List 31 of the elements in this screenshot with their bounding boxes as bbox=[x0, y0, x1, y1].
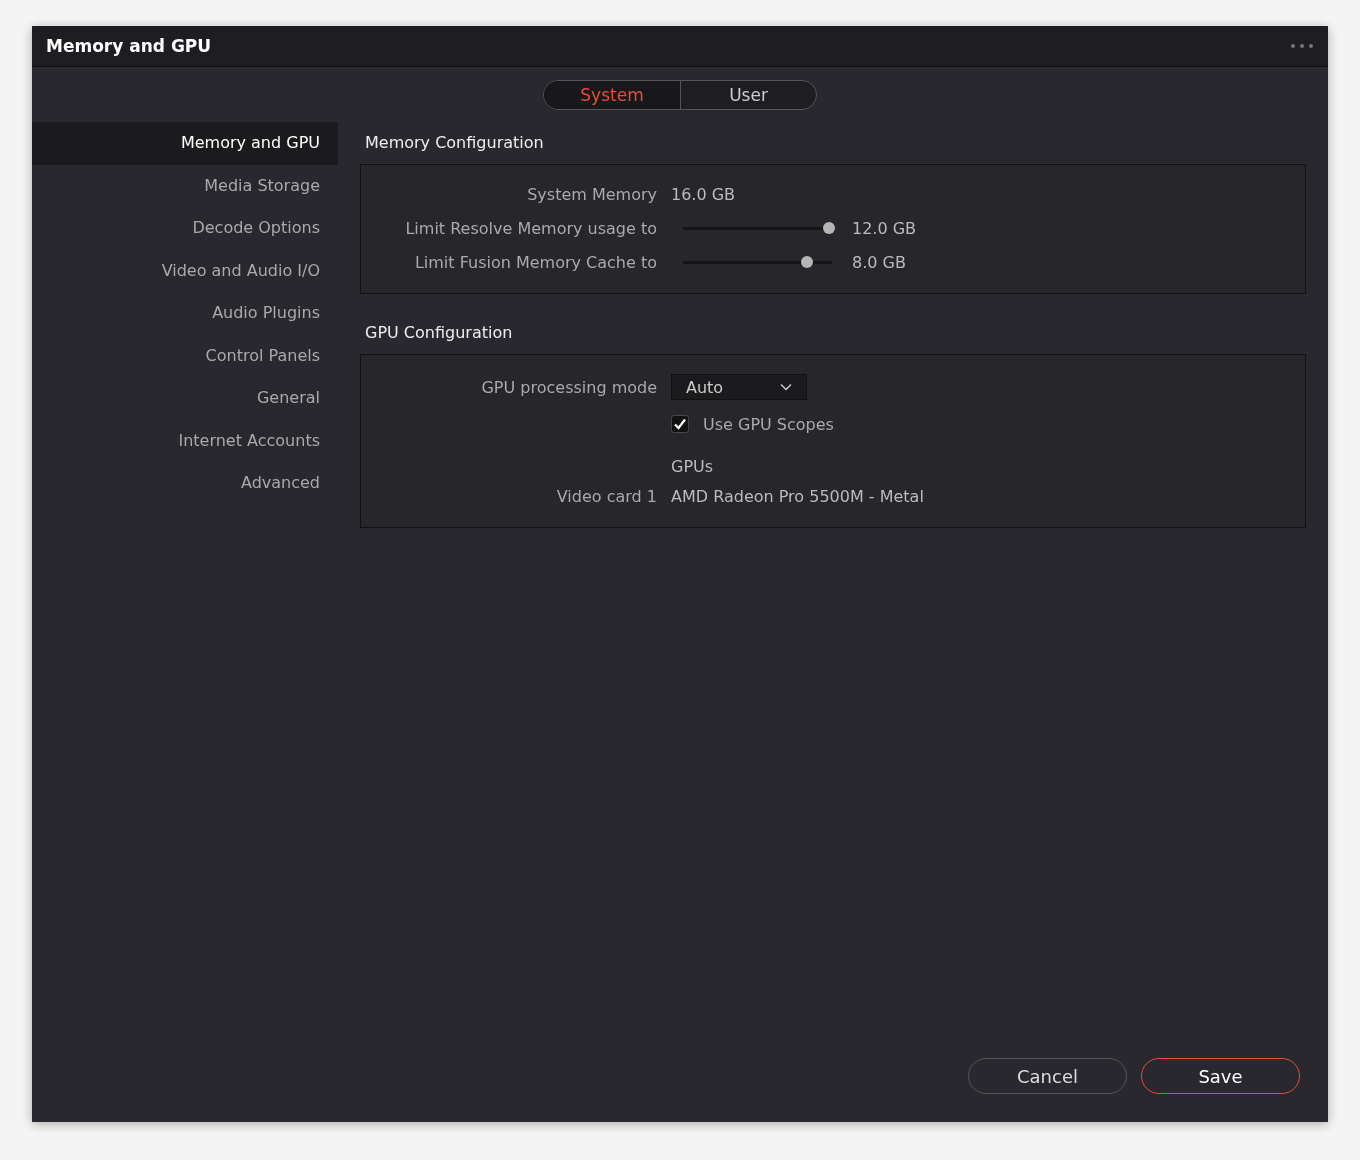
setting-label: Video card 1 bbox=[555, 486, 657, 506]
window-title: Memory and GPU bbox=[46, 36, 212, 56]
sidebar-item[interactable]: Advanced bbox=[32, 462, 338, 505]
setting-value: AMD Radeon Pro 5500M - Metal bbox=[671, 486, 925, 506]
tab[interactable]: System bbox=[544, 81, 680, 109]
setting-label: System Memory bbox=[526, 184, 657, 204]
section-title: Memory Configuration bbox=[364, 132, 545, 154]
slider-value: 12.0 GB bbox=[852, 218, 918, 238]
chevron-down-icon bbox=[780, 383, 792, 391]
sidebar-item[interactable]: Audio Plugins bbox=[32, 292, 338, 335]
more-icon[interactable] bbox=[1290, 43, 1314, 49]
setting-value: 16.0 GB bbox=[671, 184, 737, 204]
tab[interactable]: User bbox=[680, 81, 816, 109]
checkbox[interactable] bbox=[671, 415, 689, 433]
sidebar-item[interactable]: Video and Audio I/O bbox=[32, 249, 338, 292]
sidebar-item[interactable]: Memory and GPU bbox=[32, 122, 338, 165]
slider-thumb[interactable] bbox=[823, 221, 835, 234]
section-title: GPU Configuration bbox=[364, 322, 514, 344]
setting-label: GPU processing mode bbox=[480, 377, 657, 397]
sidebar-item[interactable]: General bbox=[32, 377, 338, 420]
sidebar-item[interactable]: Decode Options bbox=[32, 207, 338, 250]
subheading: GPUs bbox=[671, 456, 715, 476]
checkbox-label[interactable]: Use GPU Scopes bbox=[703, 414, 834, 434]
setting-label: Limit Fusion Memory Cache to bbox=[413, 252, 657, 272]
slider-value: 8.0 GB bbox=[852, 252, 907, 272]
setting-label: Limit Resolve Memory usage to bbox=[404, 218, 657, 238]
sidebar-item[interactable]: Control Panels bbox=[32, 334, 338, 377]
sidebar-item[interactable]: Media Storage bbox=[32, 164, 338, 207]
slider-thumb[interactable] bbox=[800, 255, 813, 268]
dropdown[interactable]: Auto bbox=[671, 374, 807, 400]
sidebar-item[interactable]: Internet Accounts bbox=[32, 419, 338, 462]
